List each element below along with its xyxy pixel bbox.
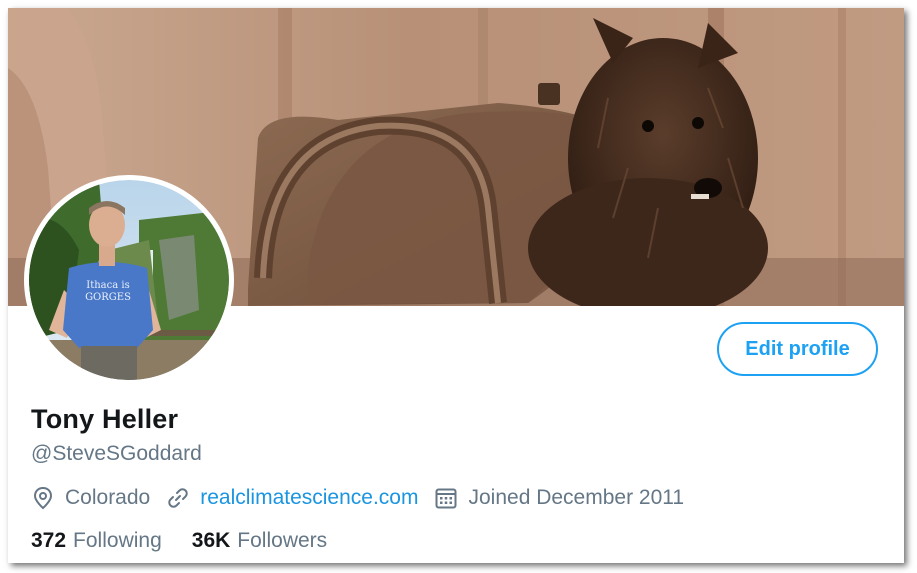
follow-stats: 372 Following 36K Followers bbox=[31, 529, 357, 553]
location-pin-icon bbox=[31, 486, 55, 510]
followers-count: 36K bbox=[191, 529, 231, 552]
user-handle: @SteveSGoddard bbox=[31, 442, 202, 465]
shirt-text-line2: GORGES bbox=[85, 292, 131, 303]
profile-avatar[interactable]: Ithaca is GORGES bbox=[24, 175, 234, 385]
display-name: Tony Heller bbox=[31, 404, 179, 434]
joined-date: Joined December 2011 bbox=[468, 486, 685, 509]
edit-profile-button[interactable]: Edit profile bbox=[717, 322, 878, 376]
joined-item: Joined December 2011 bbox=[434, 486, 684, 510]
website-link[interactable]: realclimatescience.com bbox=[200, 486, 418, 510]
profile-meta: Colorado realclimatescience.com Joined D… bbox=[31, 483, 700, 513]
following-count: 372 bbox=[31, 529, 67, 552]
following-link[interactable]: 372 Following bbox=[31, 529, 162, 553]
shirt-text-line1: Ithaca is bbox=[86, 280, 129, 291]
followers-link[interactable]: 36K Followers bbox=[192, 529, 327, 553]
location-text: Colorado bbox=[65, 486, 151, 509]
location-item: Colorado bbox=[31, 486, 150, 510]
following-label: Following bbox=[73, 529, 162, 552]
link-icon bbox=[166, 486, 190, 510]
calendar-icon bbox=[434, 486, 458, 510]
profile-card: Ithaca is GORGES Edit profile Tony Helle… bbox=[8, 8, 904, 563]
website-item[interactable]: realclimatescience.com bbox=[166, 486, 418, 510]
followers-label: Followers bbox=[237, 529, 328, 552]
